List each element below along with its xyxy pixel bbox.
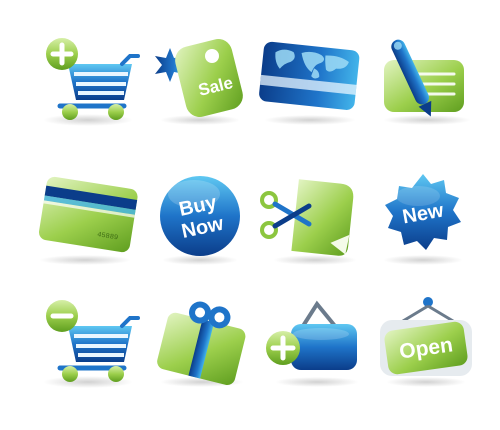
credit-card-world-icon[interactable] [255, 28, 365, 128]
gift-box-icon[interactable] [144, 290, 254, 390]
buy-now-button-icon[interactable]: Buy Now [148, 168, 258, 268]
icon-set-canvas: Sale 45889 Buy Now New Open [0, 0, 500, 430]
add-to-basket-icon[interactable] [255, 290, 365, 390]
sale-tag-icon[interactable]: Sale [140, 28, 250, 128]
remove-from-cart-icon[interactable] [30, 290, 140, 390]
note-and-pen-icon[interactable] [372, 28, 482, 128]
open-sign-icon[interactable]: Open [368, 290, 478, 390]
cut-coupon-icon[interactable] [255, 168, 365, 268]
add-to-cart-icon[interactable] [30, 28, 140, 128]
credit-card-icon[interactable]: 45889 [30, 168, 140, 268]
new-badge-icon[interactable]: New [368, 168, 478, 268]
